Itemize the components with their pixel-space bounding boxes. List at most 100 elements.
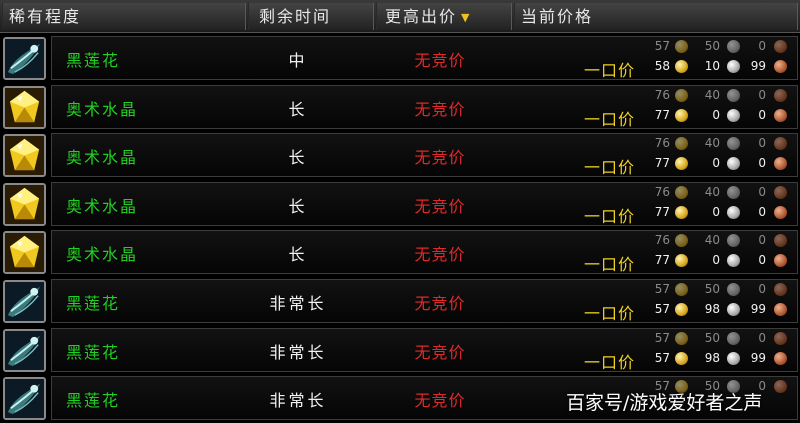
gold-coin-icon xyxy=(675,351,688,365)
arcanite-crystal-icon[interactable] xyxy=(3,85,46,129)
bid-gold: 57 xyxy=(654,282,670,296)
item-name: 黑莲花 xyxy=(66,294,121,313)
bid-status: 无竞价 xyxy=(414,148,466,168)
arcanite-crystal-icon[interactable] xyxy=(3,134,46,178)
auction-row[interactable]: 黑莲花 非常长 无竞价 57 50 0 一口价 57 98 99 xyxy=(0,327,800,373)
buyout-gold: 77 xyxy=(654,107,670,122)
bid-copper: 0 xyxy=(758,233,766,248)
buyout-silver: 0 xyxy=(712,107,720,122)
bid-silver: 50 xyxy=(704,39,720,53)
bid-gold: 76 xyxy=(654,87,670,102)
buyout-gold: 57 xyxy=(654,350,670,365)
auction-table-header: 稀有程度 剩余时间 更高出价 ▼ 当前价格 xyxy=(0,0,800,33)
item-name: 奥术水晶 xyxy=(66,245,139,265)
copper-coin-icon xyxy=(774,108,787,122)
copper-coin-icon xyxy=(774,303,787,316)
bid-gold: 76 xyxy=(654,136,670,151)
black-lotus-icon[interactable] xyxy=(3,37,46,80)
time-left: 非常长 xyxy=(269,391,327,411)
column-header-rarity[interactable]: 稀有程度 xyxy=(2,3,246,30)
gold-coin-icon xyxy=(675,88,688,102)
gold-coin-icon xyxy=(675,185,688,199)
gold-coin-icon xyxy=(675,303,688,316)
column-header-higher-bid-label: 更高出价 xyxy=(385,7,458,26)
column-header-time-left[interactable]: 剩余时间 xyxy=(248,3,374,30)
buyout-silver: 0 xyxy=(712,253,720,268)
time-left: 中 xyxy=(288,51,308,70)
gold-coin-icon xyxy=(675,108,688,122)
bid-status: 无竞价 xyxy=(414,391,466,411)
buyout-silver: 0 xyxy=(712,204,720,219)
copper-coin-icon xyxy=(774,331,787,345)
copper-coin-icon xyxy=(774,185,787,199)
auction-row[interactable]: 奥术水晶 长 无竞价 76 40 0 一口价 77 0 0 xyxy=(0,84,800,130)
auction-row[interactable]: 奥术水晶 长 无竞价 76 40 0 一口价 77 0 0 xyxy=(0,181,800,227)
time-left: 长 xyxy=(288,148,308,168)
time-left: 非常长 xyxy=(269,342,327,362)
buyout-label: 一口价 xyxy=(584,304,636,323)
buyout-silver: 10 xyxy=(704,59,720,73)
black-lotus-icon[interactable] xyxy=(3,328,46,372)
buyout-label: 一口价 xyxy=(584,158,636,178)
buyout-gold: 77 xyxy=(654,253,670,268)
bid-silver: 50 xyxy=(704,282,720,296)
bid-silver: 40 xyxy=(704,233,720,248)
buyout-gold: 57 xyxy=(654,302,670,316)
bid-silver: 40 xyxy=(704,184,720,199)
buyout-silver: 98 xyxy=(704,350,720,365)
gold-coin-icon xyxy=(675,40,688,53)
column-header-higher-bid[interactable]: 更高出价 ▼ xyxy=(376,3,512,30)
gold-coin-icon xyxy=(675,205,688,219)
buyout-label: 一口价 xyxy=(584,206,636,226)
auction-row[interactable]: 奥术水晶 长 无竞价 76 40 0 一口价 77 0 0 xyxy=(0,132,800,178)
bid-silver: 40 xyxy=(704,136,720,151)
time-left: 长 xyxy=(288,245,308,265)
buyout-gold: 77 xyxy=(654,204,670,219)
buyout-label: 一口价 xyxy=(584,61,636,80)
copper-coin-icon xyxy=(774,283,787,296)
arcanite-crystal-icon[interactable] xyxy=(3,182,46,226)
buyout-label: 一口价 xyxy=(584,255,636,275)
bid-gold: 76 xyxy=(654,233,670,248)
black-lotus-icon[interactable] xyxy=(3,377,46,421)
bid-silver: 40 xyxy=(704,87,720,102)
bid-silver: 50 xyxy=(704,330,720,345)
bid-copper: 0 xyxy=(758,330,766,345)
copper-coin-icon xyxy=(774,60,787,73)
buyout-label: 一口价 xyxy=(584,352,636,372)
auction-row[interactable]: 奥术水晶 长 无竞价 76 40 0 一口价 77 0 0 xyxy=(0,229,800,275)
bid-copper: 0 xyxy=(758,87,766,102)
buyout-copper: 99 xyxy=(750,59,766,73)
column-header-current-price[interactable]: 当前价格 xyxy=(514,3,798,30)
watermark: 百家号/游戏爱好者之声 xyxy=(566,392,763,414)
gold-coin-icon xyxy=(675,283,688,296)
buyout-copper: 99 xyxy=(750,302,766,316)
bid-gold: 57 xyxy=(654,330,670,345)
arcanite-crystal-icon[interactable] xyxy=(3,231,46,275)
bid-status: 无竞价 xyxy=(414,99,466,119)
item-name: 黑莲花 xyxy=(66,342,121,362)
auction-row[interactable]: 黑莲花 中 无竞价 57 50 0 一口价 58 10 99 xyxy=(0,35,800,81)
buyout-gold: 77 xyxy=(654,156,670,171)
gold-coin-icon xyxy=(675,331,688,345)
bid-status: 无竞价 xyxy=(414,294,466,313)
buyout-label: 一口价 xyxy=(584,109,636,129)
time-left: 长 xyxy=(288,99,308,119)
bid-status: 无竞价 xyxy=(414,51,466,70)
bid-status: 无竞价 xyxy=(414,196,466,216)
bid-gold: 57 xyxy=(654,39,670,53)
bid-copper: 0 xyxy=(758,184,766,199)
black-lotus-icon[interactable] xyxy=(3,280,46,323)
bid-status: 无竞价 xyxy=(414,342,466,362)
item-name: 奥术水晶 xyxy=(66,196,139,216)
copper-coin-icon xyxy=(774,40,787,53)
item-name: 奥术水晶 xyxy=(66,99,139,119)
auction-row[interactable]: 黑莲花 非常长 无竞价 57 50 0 一口价 57 98 99 xyxy=(0,278,800,324)
copper-coin-icon xyxy=(774,205,787,219)
buyout-copper: 99 xyxy=(750,350,766,365)
gold-coin-icon xyxy=(675,60,688,73)
copper-coin-icon xyxy=(774,88,787,102)
bid-copper: 0 xyxy=(758,39,766,53)
bid-copper: 0 xyxy=(758,282,766,296)
bid-status: 无竞价 xyxy=(414,245,466,265)
